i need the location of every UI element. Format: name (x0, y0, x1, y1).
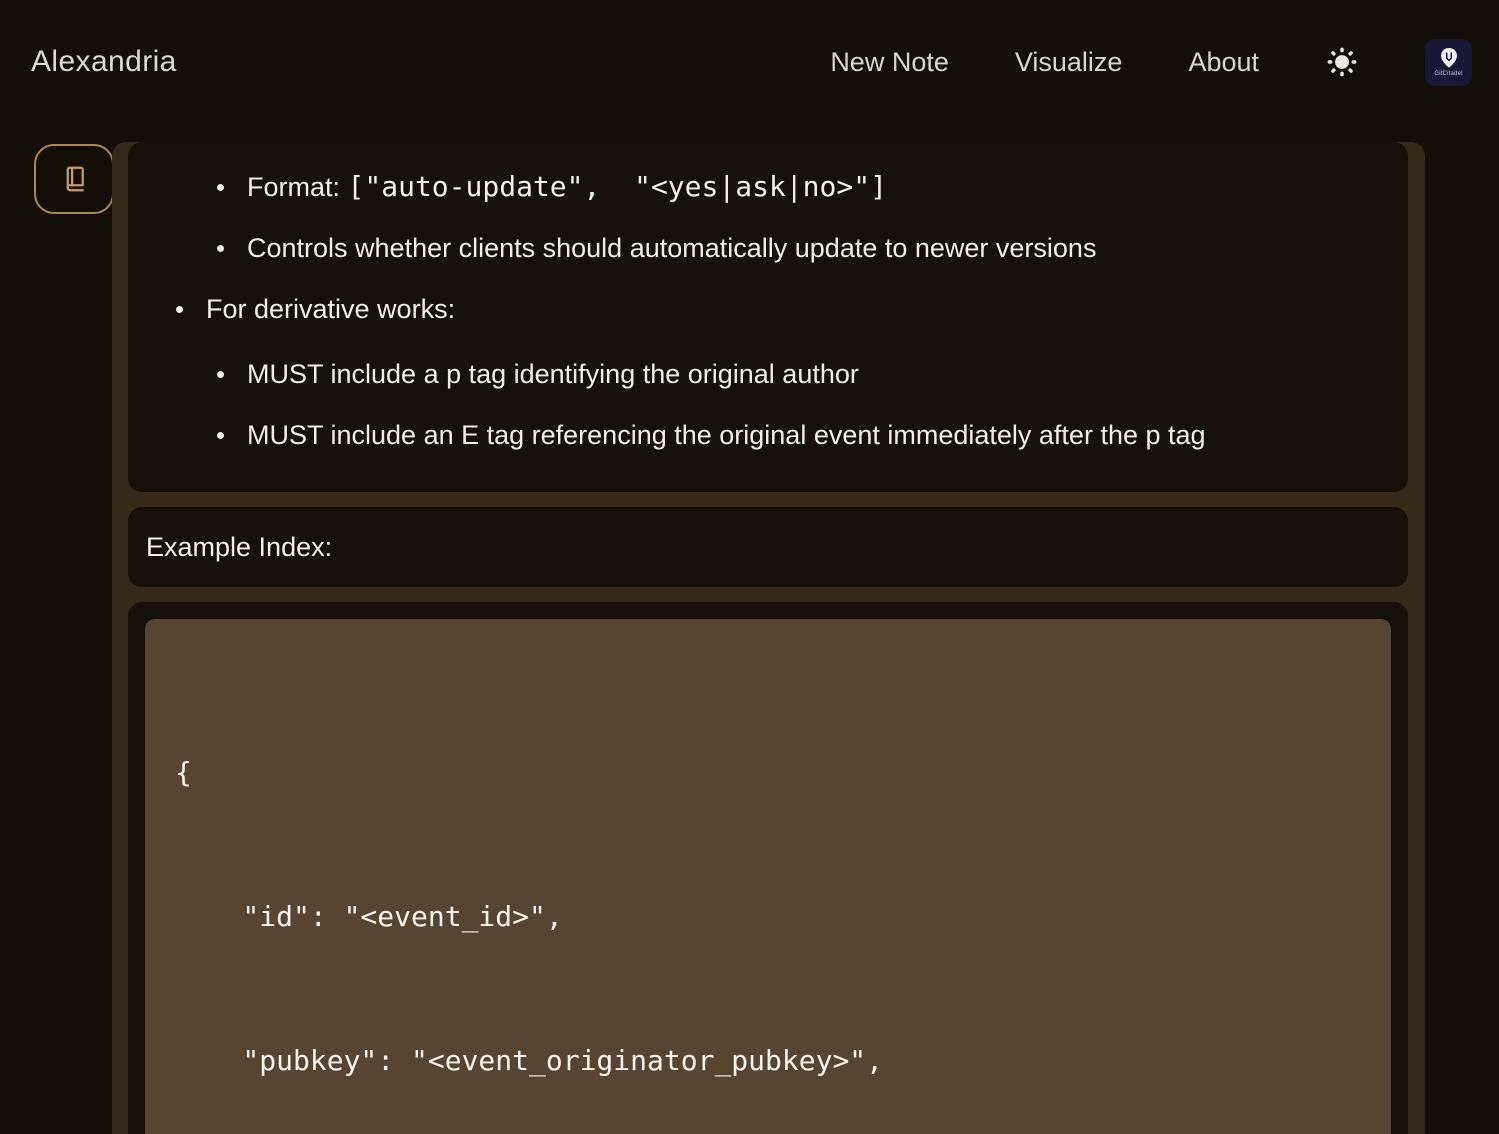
bullet-icon (217, 371, 224, 378)
sun-icon (1326, 46, 1358, 78)
list-item: For derivative works: (152, 289, 1384, 329)
inline-code: ["auto-update", "<yes|ask|no>"] (348, 170, 887, 203)
sidebar-toggle-button[interactable] (34, 144, 114, 214)
app-title[interactable]: Alexandria (31, 45, 177, 79)
list-item: Controls whether clients should automati… (152, 228, 1384, 268)
header-nav: New Note Visualize About (830, 39, 1472, 86)
example-index-label: Example Index: (146, 532, 332, 563)
list-item-text: MUST include a p tag identifying the ori… (247, 354, 859, 394)
list-item-text: For derivative works: (206, 289, 455, 329)
nav-visualize[interactable]: Visualize (1015, 47, 1123, 78)
bullet-icon (176, 306, 183, 313)
theme-toggle-button[interactable] (1325, 45, 1359, 79)
bullet-icon (217, 184, 224, 191)
gitcitadel-logo[interactable]: GitCitadel (1425, 39, 1472, 86)
nav-new-note[interactable]: New Note (830, 47, 949, 78)
list-item: MUST include an E tag referencing the or… (152, 415, 1384, 455)
code-line: "id": "<event_id>", (175, 893, 1391, 941)
logo-label: GitCitadel (1434, 71, 1462, 77)
rules-card: Format: ["auto-update", "<yes|ask|no>"] … (128, 142, 1408, 492)
code-card: { "id": "<event_id>", "pubkey": "<event_… (128, 602, 1408, 1134)
list-item-text: Controls whether clients should automati… (247, 228, 1096, 268)
shield-icon (1439, 47, 1459, 69)
book-icon (59, 164, 89, 194)
list-item: Format: ["auto-update", "<yes|ask|no>"] (152, 167, 1384, 207)
app-header: Alexandria New Note Visualize About (0, 0, 1499, 124)
code-line: "pubkey": "<event_originator_pubkey>", (175, 1037, 1391, 1085)
code-line: { (175, 749, 1391, 797)
list-item-text: MUST include an E tag referencing the or… (247, 415, 1206, 455)
bullet-icon (217, 432, 224, 439)
content-panel: Format: ["auto-update", "<yes|ask|no>"] … (112, 142, 1425, 1134)
list-item: MUST include a p tag identifying the ori… (152, 354, 1384, 394)
json-code-block: { "id": "<event_id>", "pubkey": "<event_… (145, 619, 1391, 1134)
list-item-text: Format: ["auto-update", "<yes|ask|no>"] (247, 167, 887, 207)
example-index-card: Example Index: (128, 507, 1408, 587)
nav-about[interactable]: About (1188, 47, 1259, 78)
bullet-icon (217, 245, 224, 252)
